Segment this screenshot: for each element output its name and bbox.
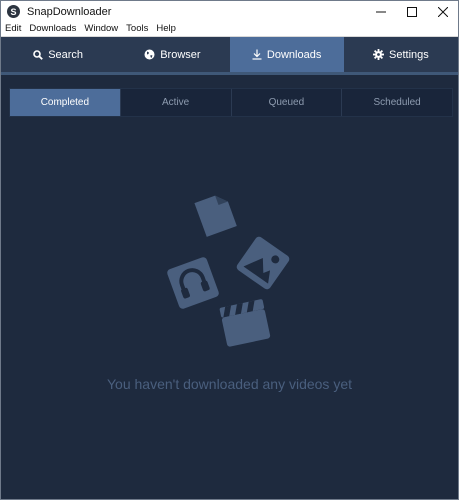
download-filter-tabs: Completed Active Queued Scheduled	[9, 88, 453, 117]
gear-icon	[373, 49, 384, 60]
tab-browser-label: Browser	[160, 48, 201, 61]
window-controls	[365, 1, 458, 22]
tab-settings-label: Settings	[389, 48, 429, 61]
app-window: S SnapDownloader Edit Downloads Window T…	[0, 0, 459, 500]
subtab-active[interactable]: Active	[121, 89, 232, 116]
download-icon	[252, 49, 262, 60]
close-button[interactable]	[427, 1, 458, 22]
subtab-scheduled[interactable]: Scheduled	[342, 89, 452, 116]
document-icon	[194, 195, 237, 237]
close-icon	[437, 6, 448, 17]
globe-icon	[144, 49, 155, 60]
main-tabs: Search Browser Downloads Settings	[1, 37, 458, 72]
tab-search-label: Search	[48, 48, 84, 61]
menu-window[interactable]: Window	[84, 22, 118, 36]
video-icon	[219, 299, 271, 347]
tab-search[interactable]: Search	[1, 37, 115, 72]
tab-downloads-label: Downloads	[266, 48, 322, 61]
menu-edit[interactable]: Edit	[5, 22, 21, 36]
menu-tools[interactable]: Tools	[126, 22, 148, 36]
empty-state-message: You haven't downloaded any videos yet	[106, 376, 352, 392]
tab-settings[interactable]: Settings	[344, 37, 458, 72]
app-logo-icon: S	[7, 5, 20, 18]
tab-bar-divider	[1, 72, 458, 75]
search-icon	[33, 49, 44, 60]
tab-browser[interactable]: Browser	[115, 37, 229, 72]
audio-icon	[167, 257, 219, 309]
subtab-queued[interactable]: Queued	[232, 89, 343, 116]
maximize-icon	[406, 6, 417, 17]
menu-downloads[interactable]: Downloads	[29, 22, 76, 36]
subtab-completed[interactable]: Completed	[10, 89, 121, 116]
empty-state-illustration	[167, 195, 290, 347]
window-title: SnapDownloader	[27, 5, 112, 18]
tab-downloads[interactable]: Downloads	[229, 37, 344, 72]
maximize-button[interactable]	[396, 1, 427, 22]
image-icon	[236, 236, 290, 290]
menu-bar: Edit Downloads Window Tools Help	[1, 22, 458, 37]
menu-help[interactable]: Help	[156, 22, 176, 36]
minimize-icon	[375, 11, 386, 12]
title-bar[interactable]: S SnapDownloader	[1, 1, 458, 22]
minimize-button[interactable]	[365, 1, 396, 22]
